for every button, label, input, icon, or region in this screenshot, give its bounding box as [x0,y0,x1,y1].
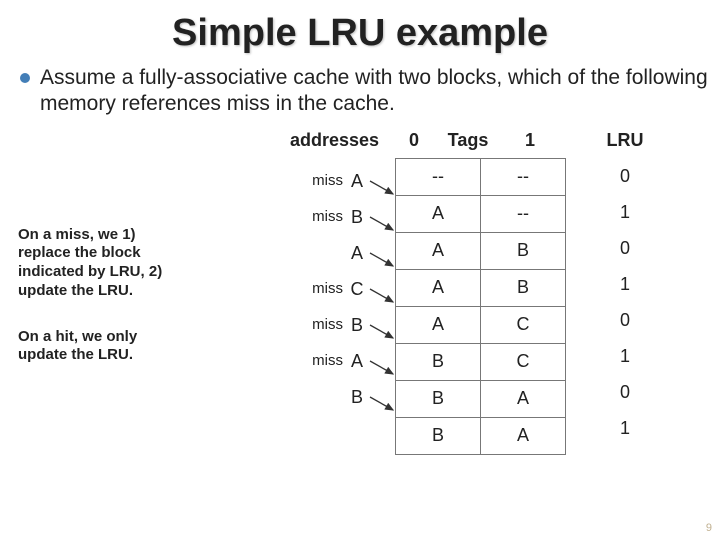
address-row: A [275,235,365,271]
table-row: AC [396,306,566,343]
table-row: BC [396,343,566,380]
bullet-text: Assume a fully-associative cache with tw… [40,65,710,118]
lru-cell: 1 [595,338,655,374]
tags-col0-header: 0 [404,130,424,151]
table-row: A-- [396,195,566,232]
address-row: missB [275,307,365,343]
tags-table: ---- A-- AB AB AC BC BA BA [395,158,566,455]
slide-title: Simple LRU example [0,0,720,61]
lru-cell: 1 [595,194,655,230]
address-row: missB [275,199,365,235]
bullet-item: Assume a fully-associative cache with tw… [0,61,720,130]
address-row: missA [275,163,365,199]
tags-col1-header: 1 [520,130,540,151]
address-row: missA [275,343,365,379]
table-row: BA [396,417,566,454]
lru-header: LRU [595,130,655,151]
lru-cell: 1 [595,410,655,446]
lru-cell: 0 [595,374,655,410]
address-row: missC [275,271,365,307]
address-column: missA missB A missC missB missA B [275,163,365,415]
lru-column: 0 1 0 1 0 1 0 1 [595,158,655,446]
note-on-miss: On a miss, we 1) replace the block indic… [18,226,183,301]
lru-cell: 0 [595,230,655,266]
lru-cell: 0 [595,302,655,338]
tags-header: Tags [438,130,498,151]
lru-cell: 1 [595,266,655,302]
table-row: ---- [396,158,566,195]
addresses-header: addresses [290,130,379,151]
diagram-area: On a miss, we 1) replace the block indic… [0,130,720,510]
address-row: B [275,379,365,415]
table-row: AB [396,232,566,269]
table-row: AB [396,269,566,306]
page-number: 9 [706,522,712,534]
table-row: BA [396,380,566,417]
lru-cell: 0 [595,158,655,194]
bullet-dot-icon [20,73,30,83]
note-on-hit: On a hit, we only update the LRU. [18,328,183,366]
